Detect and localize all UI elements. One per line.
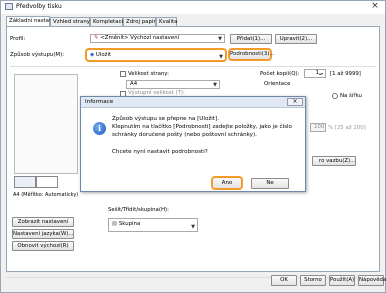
page-size-value: A4 — [130, 81, 138, 87]
information-dialog: Informace × i Způsob výstupu se přepne n… — [80, 96, 306, 192]
ok-button[interactable]: OK — [271, 275, 297, 286]
no-button[interactable]: Ne — [251, 178, 289, 189]
chevron-down-icon: ▼ — [213, 82, 217, 88]
dialog-title: Informace — [81, 97, 305, 108]
output-method-value: Uložit — [95, 52, 112, 58]
chevron-down-icon: ▼ — [191, 224, 195, 230]
language-settings-button[interactable]: Nastavení jazyka(W)... — [12, 229, 74, 239]
tab-page-setup[interactable]: Vzhled strany — [50, 17, 90, 26]
finishing-select[interactable]: ▤ Skupina ▼ — [108, 218, 198, 232]
copies-range: [1 až 9999] — [330, 71, 361, 77]
dialog-message-line: Způsob výstupu se přepne na [Uložit]. — [112, 116, 220, 122]
chevron-down-icon: ▼ — [219, 54, 223, 60]
dialog-question: Chcete nyní nastavit podrobnosti? — [112, 149, 208, 155]
finishing-label: Sešít/Třídit/skupina(H): — [108, 207, 169, 213]
window-title: Předvolby tisku — [16, 3, 62, 10]
profile-select[interactable]: ✎ <Změnit> Výchozí nastavení ▼ — [90, 34, 225, 43]
output-method-select[interactable]: ◆ Uložit ▼ — [85, 48, 227, 62]
dialog-close-icon[interactable]: × — [287, 98, 303, 106]
restore-defaults-button[interactable]: Obnovit výchozí(R) — [12, 241, 74, 251]
divider — [10, 66, 376, 67]
finishing-value: Skupina — [118, 221, 141, 227]
page-size-label: Velikost strany: — [128, 71, 169, 77]
cancel-button[interactable]: Storno — [300, 275, 326, 286]
edit-profile-button[interactable]: Upravit(2)... — [275, 34, 317, 44]
scale-range: % [25 až 200] — [328, 125, 366, 131]
copies-label: Počet kopií(Q): — [260, 71, 300, 77]
orientation-label: Orientace — [264, 81, 291, 87]
save-icon: ◆ — [90, 52, 95, 58]
tab-paper-source[interactable]: Zdroj papíru — [123, 17, 159, 26]
landscape-radio[interactable] — [332, 93, 338, 99]
pencil-icon: ✎ — [94, 35, 99, 41]
page-preview — [14, 74, 78, 174]
output-method-label: Způsob výstupu(M): — [10, 52, 65, 58]
scale-input[interactable]: 100 — [310, 123, 326, 132]
tab-quality[interactable]: Kvalita — [156, 17, 177, 26]
stack-icon: ▤ — [112, 221, 118, 227]
spin-arrows-icon[interactable]: ▴▾ — [319, 70, 323, 77]
layout-view-button[interactable] — [14, 176, 36, 188]
tab-basic-settings[interactable]: Základní nastavení — [6, 16, 60, 26]
info-icon: i — [93, 122, 106, 135]
tab-finishing[interactable]: Kompletace — [90, 17, 125, 26]
landscape-label: Na šířku — [340, 93, 362, 99]
yes-button[interactable]: Ano — [211, 176, 243, 190]
page-size-select[interactable]: A4 ▼ — [126, 80, 220, 89]
page-size-checkbox[interactable] — [120, 71, 126, 77]
profile-value: <Změnit> Výchozí nastavení — [100, 35, 180, 41]
window-close-icon[interactable]: × — [368, 1, 382, 12]
details-button[interactable]: Podrobnosti(3)... — [228, 48, 275, 61]
printer-icon — [5, 3, 13, 10]
chevron-down-icon: ▼ — [218, 36, 222, 42]
profile-label: Profil: — [10, 36, 26, 42]
help-button[interactable]: Nápověda — [358, 275, 386, 286]
dialog-message-line: schránky doručené pošty (nebo poštovní s… — [112, 132, 257, 138]
apply-button[interactable]: Použít(A) — [329, 275, 355, 286]
preview-caption: A4 (Měřítko: Automaticky) — [13, 192, 79, 198]
binding-settings-button[interactable]: ro vazbu(Z)... — [312, 156, 356, 166]
show-settings-button[interactable]: Zobrazit nastavení — [12, 217, 74, 227]
add-profile-button[interactable]: Přidat(1)... — [230, 34, 272, 44]
dialog-message-line: Klepnutím na tlačítko [Podrobnosti] zade… — [112, 124, 292, 130]
settings-view-button[interactable] — [36, 176, 58, 188]
copies-input[interactable]: 1 ▴▾ — [304, 69, 326, 78]
